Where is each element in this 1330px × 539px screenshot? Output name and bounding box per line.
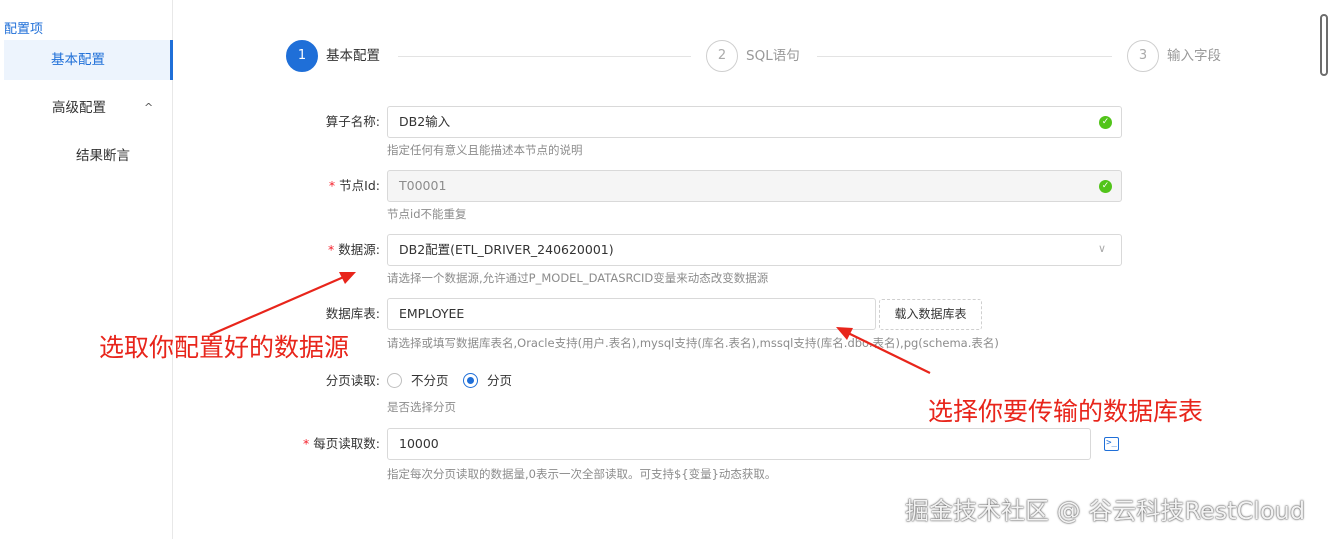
arrow-datasource	[209, 274, 347, 337]
scrollbar[interactable]	[1320, 14, 1328, 76]
arrow-table	[845, 331, 931, 374]
annotation-datasource: 选取你配置好的数据源	[99, 333, 350, 362]
annotation-table: 选择你要传输的数据库表	[928, 397, 1204, 426]
annotation-arrows	[209, 272, 931, 374]
watermark: 掘金技术社区 @ 谷云科技RestCloud	[905, 497, 1306, 525]
